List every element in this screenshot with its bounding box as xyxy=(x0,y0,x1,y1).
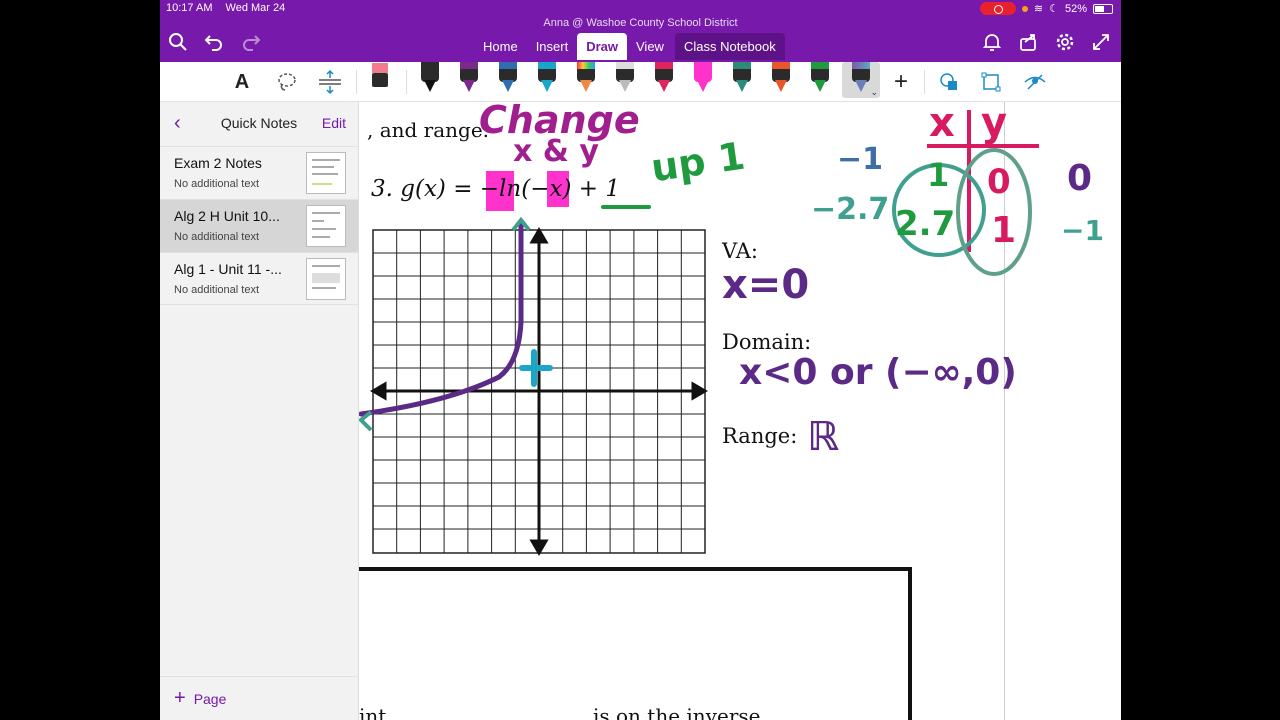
bottom-text-right: is on the inverse xyxy=(593,704,761,720)
redo-icon[interactable] xyxy=(240,32,262,54)
add-page-button[interactable]: + Page xyxy=(174,687,226,710)
page-list-item-selected[interactable]: Alg 2 H Unit 10... No additional text xyxy=(160,199,358,252)
note-canvas[interactable]: , and range. 3. g(x) = −ln(−x) + 1 VA: D… xyxy=(359,102,1121,720)
pen-green-icon[interactable] xyxy=(809,62,831,92)
tab-class-notebook[interactable]: Class Notebook xyxy=(674,33,785,60)
pages-sidebar: ‹ Quick Notes Edit Exam 2 Notes No addit… xyxy=(160,102,359,720)
table-left-value: −1 xyxy=(837,142,884,177)
ink-range-answer: ℝ xyxy=(807,414,840,460)
undo-icon[interactable] xyxy=(203,32,225,54)
gear-icon[interactable] xyxy=(1054,32,1076,54)
sidebar-footer: + Page xyxy=(160,676,359,720)
table-y-value: 0 xyxy=(987,162,1011,202)
selected-pen-slot[interactable]: ⌄ xyxy=(842,62,880,98)
table-x-value: 2.7 xyxy=(895,204,956,244)
page-preview-text: No additional text xyxy=(174,284,259,296)
eraser-icon[interactable] xyxy=(368,62,392,94)
search-icon[interactable] xyxy=(167,32,189,54)
status-bar-left: 10:17 AM Wed Mar 24 xyxy=(166,2,295,14)
ribbon-tabs: Home Insert Draw View Class Notebook xyxy=(474,33,785,60)
expand-icon[interactable] xyxy=(1090,32,1112,54)
ink-domain-answer: x<0 or (−∞,0) xyxy=(739,352,1017,393)
table-header-x: x xyxy=(929,102,955,146)
table-y-value: 1 xyxy=(991,210,1017,251)
tab-home[interactable]: Home xyxy=(474,33,527,60)
app-header: 10:17 AM Wed Mar 24 Anna @ Washoe County… xyxy=(160,0,1121,62)
wifi-icon: ≋ xyxy=(1033,3,1044,15)
table-left-value: −2.7 xyxy=(811,192,890,227)
graph-ink xyxy=(359,216,553,432)
text-tool-button[interactable]: A xyxy=(230,66,254,98)
pen-purple-icon[interactable] xyxy=(458,62,480,92)
problem-statement: 3. g(x) = −ln(−x) + 1 xyxy=(371,176,620,202)
table-header-y: y xyxy=(981,102,1008,146)
ink-to-shape-icon[interactable] xyxy=(978,66,1004,98)
add-pen-icon[interactable]: + xyxy=(888,66,914,98)
worksheet-intro-text: , and range. xyxy=(367,118,490,142)
pen-silver-icon[interactable] xyxy=(614,62,636,92)
table-right-value: 0 xyxy=(1067,158,1093,199)
tab-insert[interactable]: Insert xyxy=(527,33,578,60)
draw-toolbar: A ⌄ + xyxy=(160,62,1121,102)
answer-box xyxy=(359,567,912,720)
page-title: Alg 1 - Unit 11 -... xyxy=(174,261,282,277)
pen-black-icon[interactable] xyxy=(419,62,441,92)
ink-x-and-y: x & y xyxy=(513,134,599,169)
page-list-item[interactable]: Alg 1 - Unit 11 -... No additional text xyxy=(160,252,358,305)
moon-icon: ☾ xyxy=(1049,3,1059,15)
plus-icon: + xyxy=(174,687,186,709)
table-right-value: −1 xyxy=(1061,214,1104,247)
domain-label: Domain: xyxy=(722,330,812,354)
page-title: Alg 2 H Unit 10... xyxy=(174,208,280,224)
range-label: Range: xyxy=(722,424,798,448)
sidebar-header: ‹ Quick Notes Edit xyxy=(160,102,358,146)
status-bar-right: ≋ ☾ 52% xyxy=(979,2,1113,15)
shapes-icon[interactable] xyxy=(936,66,962,98)
screen-recording-icon xyxy=(979,2,1016,15)
pen-cyan-icon[interactable] xyxy=(536,62,558,92)
page-thumbnail xyxy=(306,205,346,247)
page-list-item[interactable]: Exam 2 Notes No additional text xyxy=(160,146,358,199)
page-thumbnail xyxy=(306,258,346,300)
lasso-select-icon[interactable] xyxy=(274,66,300,98)
account-label: Anna @ Washoe County School District xyxy=(543,17,738,29)
tab-view[interactable]: View xyxy=(627,33,673,60)
clock: 10:17 AM xyxy=(166,2,213,14)
ink-up-1: up 1 xyxy=(648,133,748,191)
pen-orange-icon[interactable] xyxy=(770,62,792,92)
ink-va-answer: x=0 xyxy=(722,262,810,308)
pen-magenta-icon[interactable] xyxy=(653,62,675,92)
bottom-text-left: int xyxy=(359,704,387,720)
battery-icon xyxy=(1093,3,1113,14)
tab-draw[interactable]: Draw xyxy=(577,33,627,60)
pen-rainbow-icon[interactable] xyxy=(575,62,597,92)
pen-blue-icon[interactable] xyxy=(497,62,519,92)
ink-replay-icon[interactable] xyxy=(1022,66,1048,98)
battery-percent: 52% xyxy=(1064,2,1087,15)
mic-indicator-icon xyxy=(1021,5,1028,12)
share-icon[interactable] xyxy=(1017,32,1039,54)
table-x-value: 1 xyxy=(927,156,950,194)
pen-teal-icon[interactable] xyxy=(731,62,753,92)
highlighter-pink-icon[interactable] xyxy=(692,62,714,92)
add-page-label: Page xyxy=(193,690,227,707)
bell-icon[interactable] xyxy=(981,32,1003,54)
page-title: Exam 2 Notes xyxy=(174,155,262,171)
onenote-window: 10:17 AM Wed Mar 24 Anna @ Washoe County… xyxy=(160,0,1121,720)
edit-button[interactable]: Edit xyxy=(322,115,346,131)
date: Wed Mar 24 xyxy=(225,2,286,14)
chevron-down-icon: ⌄ xyxy=(870,87,878,97)
page-preview-text: No additional text xyxy=(174,178,259,190)
add-space-icon[interactable] xyxy=(316,66,344,98)
va-label: VA: xyxy=(722,239,758,263)
ink-underline xyxy=(601,205,651,209)
page-preview-text: No additional text xyxy=(174,231,259,243)
page-thumbnail xyxy=(306,152,346,194)
